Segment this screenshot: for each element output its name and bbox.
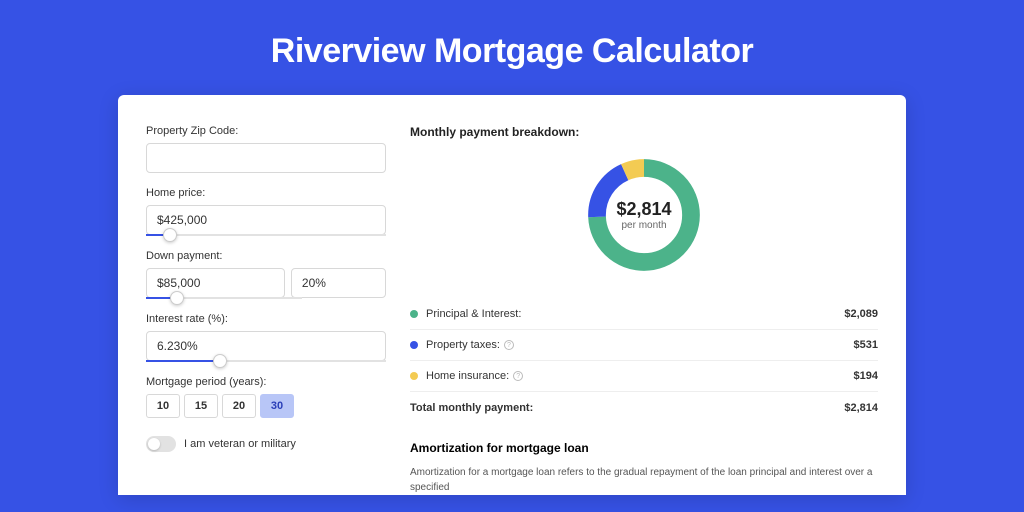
- page-title: Riverview Mortgage Calculator: [0, 0, 1024, 95]
- veteran-toggle-row: I am veteran or military: [146, 436, 386, 452]
- legend-value: $2,089: [844, 308, 878, 320]
- donut-chart: $2,814 per month: [582, 153, 706, 277]
- donut-amount: $2,814: [616, 199, 671, 220]
- breakdown-column: Monthly payment breakdown: $2,814 per mo…: [410, 125, 878, 495]
- veteran-toggle-knob: [148, 438, 160, 450]
- interest-input[interactable]: [146, 331, 386, 361]
- home-price-field-group: Home price:: [146, 187, 386, 236]
- info-icon[interactable]: ?: [513, 371, 523, 381]
- legend-dot: [410, 372, 418, 380]
- legend-label: Home insurance:?: [426, 370, 854, 382]
- breakdown-title: Monthly payment breakdown:: [410, 125, 878, 139]
- home-price-label: Home price:: [146, 187, 386, 199]
- down-payment-label: Down payment:: [146, 250, 386, 262]
- interest-field-group: Interest rate (%):: [146, 313, 386, 362]
- legend-row: Home insurance:?$194: [410, 361, 878, 392]
- interest-label: Interest rate (%):: [146, 313, 386, 325]
- down-payment-field-group: Down payment:: [146, 250, 386, 299]
- donut-chart-wrap: $2,814 per month: [410, 153, 878, 277]
- down-payment-input[interactable]: [146, 268, 285, 298]
- period-tab-30[interactable]: 30: [260, 394, 294, 418]
- zip-input[interactable]: [146, 143, 386, 173]
- period-tabs: 10152030: [146, 394, 386, 418]
- zip-label: Property Zip Code:: [146, 125, 386, 137]
- zip-field-group: Property Zip Code:: [146, 125, 386, 173]
- legend-value: $194: [854, 370, 878, 382]
- home-price-slider-thumb[interactable]: [163, 228, 177, 242]
- period-field-group: Mortgage period (years): 10152030: [146, 376, 386, 418]
- inputs-column: Property Zip Code: Home price: Down paym…: [146, 125, 386, 495]
- interest-slider[interactable]: [146, 360, 386, 362]
- interest-slider-thumb[interactable]: [213, 354, 227, 368]
- legend-row: Principal & Interest:$2,089: [410, 299, 878, 330]
- home-price-slider[interactable]: [146, 234, 386, 236]
- donut-sub: per month: [621, 220, 666, 231]
- period-label: Mortgage period (years):: [146, 376, 386, 388]
- amortization-section: Amortization for mortgage loan Amortizat…: [410, 441, 878, 495]
- veteran-toggle[interactable]: [146, 436, 176, 452]
- legend-row: Property taxes:?$531: [410, 330, 878, 361]
- total-label: Total monthly payment:: [410, 402, 844, 414]
- total-row: Total monthly payment: $2,814: [410, 392, 878, 423]
- calculator-card: Property Zip Code: Home price: Down paym…: [118, 95, 906, 495]
- veteran-label: I am veteran or military: [184, 438, 296, 450]
- down-payment-slider-thumb[interactable]: [170, 291, 184, 305]
- amortization-text: Amortization for a mortgage loan refers …: [410, 465, 878, 495]
- total-value: $2,814: [844, 402, 878, 414]
- amortization-title: Amortization for mortgage loan: [410, 441, 878, 455]
- period-tab-20[interactable]: 20: [222, 394, 256, 418]
- legend-label: Property taxes:?: [426, 339, 854, 351]
- legend-dot: [410, 310, 418, 318]
- period-tab-10[interactable]: 10: [146, 394, 180, 418]
- legend-value: $531: [854, 339, 878, 351]
- info-icon[interactable]: ?: [504, 340, 514, 350]
- down-payment-slider[interactable]: [146, 297, 302, 299]
- legend: Principal & Interest:$2,089Property taxe…: [410, 299, 878, 392]
- home-price-input[interactable]: [146, 205, 386, 235]
- legend-dot: [410, 341, 418, 349]
- legend-label: Principal & Interest:: [426, 308, 844, 320]
- period-tab-15[interactable]: 15: [184, 394, 218, 418]
- down-payment-pct-input[interactable]: [291, 268, 386, 298]
